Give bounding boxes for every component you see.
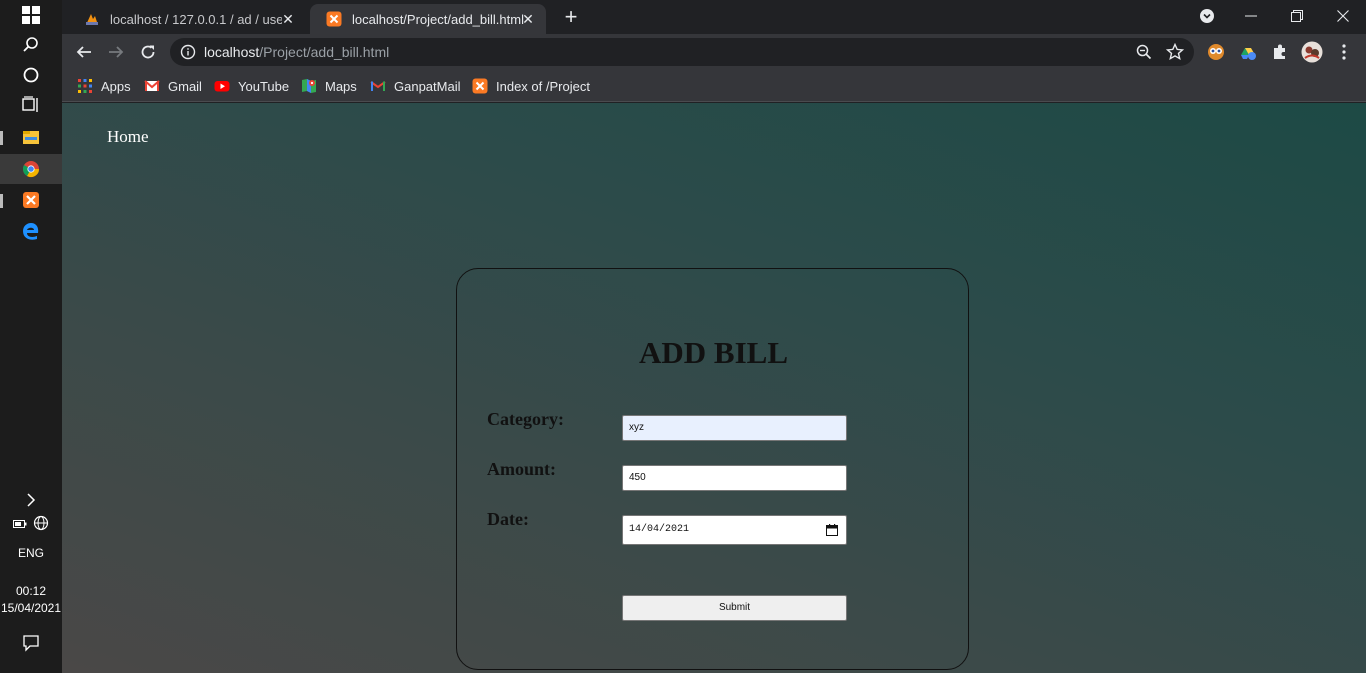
tab-strip: localhost / 127.0.0.1 / ad / user_l ✕ lo…: [62, 0, 1366, 34]
date-label: Date:: [487, 509, 529, 529]
bookmark-label: Index of /Project: [496, 78, 590, 94]
phpmyadmin-icon: [86, 14, 98, 25]
system-tray: [0, 510, 62, 540]
page-content: Home ADD BILL Category: xyz Amount: 450 …: [62, 103, 1366, 673]
tab-title: localhost/Project/add_bill.html: [352, 11, 524, 27]
form-title: ADD BILL: [638, 335, 788, 370]
amount-label: Amount:: [487, 459, 557, 479]
bookmark-label: Gmail: [168, 78, 202, 94]
windows-start-icon[interactable]: [0, 0, 62, 30]
gmail-icon: [370, 81, 386, 91]
bookmark-star-icon[interactable]: [1165, 42, 1185, 66]
bookmark-apps[interactable]: Apps: [77, 76, 131, 96]
add-bill-form: ADD BILL Category: xyz Amount: 450 Date:…: [456, 268, 969, 670]
file-explorer-icon[interactable]: [0, 122, 62, 152]
bookmark-label: Apps: [101, 78, 131, 94]
profile-avatar[interactable]: [1300, 40, 1324, 64]
bookmark-maps[interactable]: Maps: [301, 76, 357, 96]
chrome-menu-icon[interactable]: [1332, 40, 1356, 64]
tab-title: localhost / 127.0.0.1 / ad / user_l: [110, 11, 282, 27]
url-host: localhost: [204, 44, 260, 60]
category-value: xyz: [629, 422, 644, 433]
tab-search-icon[interactable]: [1184, 0, 1230, 32]
url-text: localhost/Project/add_bill.html: [204, 44, 389, 60]
input-language[interactable]: ENG: [0, 546, 62, 560]
extensions-puzzle-icon[interactable]: [1268, 40, 1292, 64]
address-bar[interactable]: localhost/Project/add_bill.html: [170, 38, 1194, 66]
new-tab-button[interactable]: +: [559, 6, 583, 30]
xampp-icon: [472, 78, 488, 94]
calendar-icon[interactable]: [826, 524, 838, 536]
network-globe-icon[interactable]: [33, 515, 49, 536]
notifications-icon[interactable]: [0, 628, 62, 658]
xampp-taskbar-icon[interactable]: [0, 185, 62, 215]
bookmark-label: YouTube: [238, 78, 290, 94]
gmail-icon: [144, 80, 160, 91]
tab-add-bill[interactable]: localhost/Project/add_bill.html ✕: [310, 4, 546, 34]
windows-taskbar: ENG 00:12 15/04/2021: [0, 0, 62, 673]
browser-toolbar: localhost/Project/add_bill.html: [62, 34, 1366, 70]
forward-button[interactable]: [104, 40, 128, 64]
apps-grid-icon: [78, 79, 92, 93]
bookmark-ganpatmail[interactable]: GanpatMail: [370, 76, 460, 96]
category-label: Category:: [487, 409, 564, 429]
edge-icon[interactable]: [0, 216, 62, 246]
search-icon[interactable]: [0, 30, 62, 60]
bookmarks-bar: Apps Gmail YouTube Maps GanpatMail Index…: [62, 70, 1366, 102]
category-input[interactable]: xyz: [622, 415, 847, 441]
chrome-taskbar-icon[interactable]: [0, 154, 62, 184]
cortana-icon[interactable]: [0, 60, 62, 90]
zoom-icon[interactable]: [1136, 44, 1152, 65]
date-input[interactable]: 14/04/2021: [622, 515, 847, 545]
youtube-icon: [214, 81, 230, 92]
reload-button[interactable]: [136, 40, 160, 64]
date-value: 14/04/2021: [629, 524, 690, 535]
restore-button[interactable]: [1274, 0, 1320, 32]
bookmark-youtube[interactable]: YouTube: [214, 76, 289, 96]
clock-date[interactable]: 15/04/2021: [0, 601, 62, 615]
amount-value: 450: [629, 472, 646, 483]
back-button[interactable]: [72, 40, 96, 64]
battery-icon[interactable]: [13, 516, 27, 534]
close-tab-icon[interactable]: ✕: [520, 11, 536, 27]
extension-drive-icon[interactable]: [1236, 40, 1260, 64]
taskbar-running-marker: [0, 194, 3, 208]
task-view-icon[interactable]: [0, 90, 62, 120]
close-window-button[interactable]: [1320, 0, 1366, 32]
taskbar-running-marker: [0, 131, 3, 145]
xampp-icon: [326, 11, 342, 27]
submit-button[interactable]: Submit: [622, 595, 847, 621]
bookmark-gmail[interactable]: Gmail: [144, 76, 202, 96]
home-link[interactable]: Home: [107, 127, 149, 147]
tab-phpmyadmin[interactable]: localhost / 127.0.0.1 / ad / user_l ✕: [68, 4, 306, 34]
amount-input[interactable]: 450: [622, 465, 847, 491]
clock-time[interactable]: 00:12: [0, 584, 62, 598]
maps-icon: [302, 79, 316, 93]
bookmark-label: GanpatMail: [394, 78, 461, 94]
extension-owl-icon[interactable]: [1204, 40, 1228, 64]
site-info-icon[interactable]: [180, 44, 196, 65]
bookmark-label: Maps: [325, 78, 357, 94]
close-tab-icon[interactable]: ✕: [280, 11, 296, 27]
minimize-button[interactable]: [1228, 0, 1274, 32]
url-path: /Project/add_bill.html: [259, 44, 390, 60]
bookmark-index-of-project[interactable]: Index of /Project: [472, 76, 590, 96]
